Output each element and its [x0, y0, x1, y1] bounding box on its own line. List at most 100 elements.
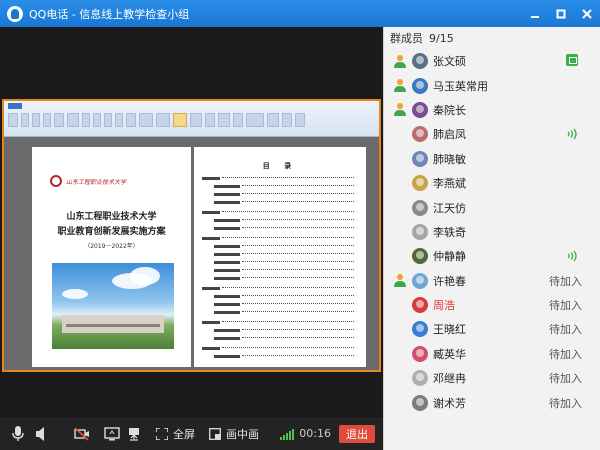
maximize-button[interactable] — [548, 0, 574, 27]
role-slot — [390, 147, 410, 171]
toc-entry — [202, 211, 220, 214]
person-icon — [394, 79, 406, 93]
screen-sharing-icon — [566, 54, 578, 66]
ribbon-tool-icon — [8, 113, 18, 127]
member-status: 待加入 — [549, 299, 582, 313]
microphone-button[interactable] — [10, 417, 26, 450]
fullscreen-label: 全屏 — [173, 427, 195, 441]
ribbon-tool-icon — [82, 113, 90, 127]
member-panel: 群成员 9/15 张文硕 马玉英常用 秦院长 肺启凤 肺晓敏 李燕斌 江天仿 李轶奇 仲静静 许艳… — [383, 27, 600, 450]
role-slot — [390, 244, 410, 268]
member-name: 李燕斌 — [433, 177, 466, 191]
member-name: 江天仿 — [433, 201, 466, 215]
camera-stand-icon — [126, 426, 142, 442]
member-row[interactable]: 秦院长 — [384, 98, 600, 122]
window-controls — [522, 0, 600, 27]
role-slot — [390, 342, 410, 366]
exit-call-button[interactable]: 退出 — [339, 424, 375, 443]
member-row[interactable]: 邓继冉 待加入 — [384, 366, 600, 390]
member-name: 周浩 — [433, 299, 455, 313]
avatar — [412, 126, 428, 143]
speaker-icon — [34, 426, 50, 442]
member-status: 待加入 — [549, 347, 582, 361]
member-name: 秦院长 — [433, 103, 466, 117]
toc-entry — [214, 185, 240, 188]
toc-entry — [214, 311, 240, 314]
toc-entry — [214, 227, 240, 230]
toc-leader — [222, 347, 354, 348]
document-title-line2: 职业教育创新发展实施方案 — [57, 227, 166, 237]
share-screen-button[interactable] — [104, 417, 120, 450]
member-row[interactable]: 马玉英常用 — [384, 73, 600, 97]
avatar — [412, 199, 428, 216]
toc-entry — [214, 277, 240, 280]
fullscreen-button[interactable]: 全屏 — [154, 417, 195, 450]
member-row[interactable]: 谢术芳 待加入 — [384, 390, 600, 414]
toc-entry — [202, 237, 220, 240]
member-row[interactable]: 王晓红 待加入 — [384, 317, 600, 341]
avatar — [412, 297, 428, 314]
user-role-icon — [390, 74, 410, 98]
member-row[interactable]: 臧英华 待加入 — [384, 342, 600, 366]
toc-leader — [222, 237, 354, 238]
member-status: 待加入 — [549, 274, 582, 288]
toc-entry — [214, 295, 240, 298]
ribbon-tool-icon — [205, 113, 215, 127]
toc-leader — [222, 287, 354, 288]
camera-off-button[interactable] — [74, 417, 90, 450]
member-row[interactable]: 江天仿 — [384, 195, 600, 219]
screen-share-view[interactable]: 山东工程职业技术大学 山东工程职业技术大学 职业教育创新发展实施方案 （2019… — [2, 99, 381, 372]
close-button[interactable] — [574, 0, 600, 27]
member-row[interactable]: 肺启凤 — [384, 122, 600, 146]
member-row[interactable]: 李燕斌 — [384, 171, 600, 195]
toc-leader — [242, 253, 354, 254]
avatar — [412, 321, 428, 338]
ribbon-tool-icon — [67, 113, 79, 127]
ribbon-tool-icon — [282, 113, 292, 127]
minimize-button[interactable] — [522, 0, 548, 27]
avatar — [412, 77, 428, 94]
member-row[interactable]: 许艳春 待加入 — [384, 269, 600, 293]
member-row[interactable]: 李轶奇 — [384, 220, 600, 244]
member-row[interactable]: 周浩 待加入 — [384, 293, 600, 317]
ribbon-tool-icon — [156, 113, 170, 127]
toc-entry — [214, 219, 240, 222]
toc-entry — [214, 245, 240, 248]
ribbon-tool-icon — [173, 113, 187, 127]
picture-in-picture-button[interactable]: 画中画 — [207, 417, 259, 450]
avatar — [412, 150, 428, 167]
avatar — [412, 101, 428, 118]
toc-entry — [214, 201, 240, 204]
member-name: 邓继冉 — [433, 372, 466, 386]
user-role-icon — [390, 98, 410, 122]
call-controls: 全屏 画中画 00:16 退出 — [0, 417, 383, 450]
person-icon — [394, 274, 406, 288]
call-timer: 00:16 — [299, 427, 331, 440]
toc-leader — [222, 211, 354, 212]
avatar — [412, 223, 428, 240]
member-status: 待加入 — [549, 372, 582, 386]
ribbon-tool-icon — [21, 113, 29, 127]
shared-word-ribbon — [4, 101, 379, 137]
ribbon-tool-icon — [104, 113, 112, 127]
toc-leader — [242, 303, 354, 304]
toc-leader — [242, 185, 354, 186]
member-status: 待加入 — [549, 323, 582, 337]
school-logo-text: 山东工程职业技术大学 — [66, 179, 127, 186]
toc-entry — [214, 329, 240, 332]
member-row[interactable]: 肺晓敏 — [384, 147, 600, 171]
speaker-button[interactable] — [34, 417, 50, 450]
toc-leader — [242, 201, 354, 202]
member-name: 王晓红 — [433, 323, 466, 337]
ribbon-tool-icon — [246, 113, 264, 127]
whiteboard-button[interactable] — [126, 417, 142, 450]
role-slot — [390, 366, 410, 390]
toc-leader — [242, 219, 354, 220]
member-name: 仲静静 — [433, 250, 466, 264]
toc-leader — [242, 277, 354, 278]
camera-off-icon — [74, 426, 90, 442]
member-status: 待加入 — [549, 396, 582, 410]
member-row[interactable]: 仲静静 — [384, 244, 600, 268]
member-row[interactable]: 张文硕 — [384, 49, 600, 73]
avatar — [412, 394, 428, 411]
